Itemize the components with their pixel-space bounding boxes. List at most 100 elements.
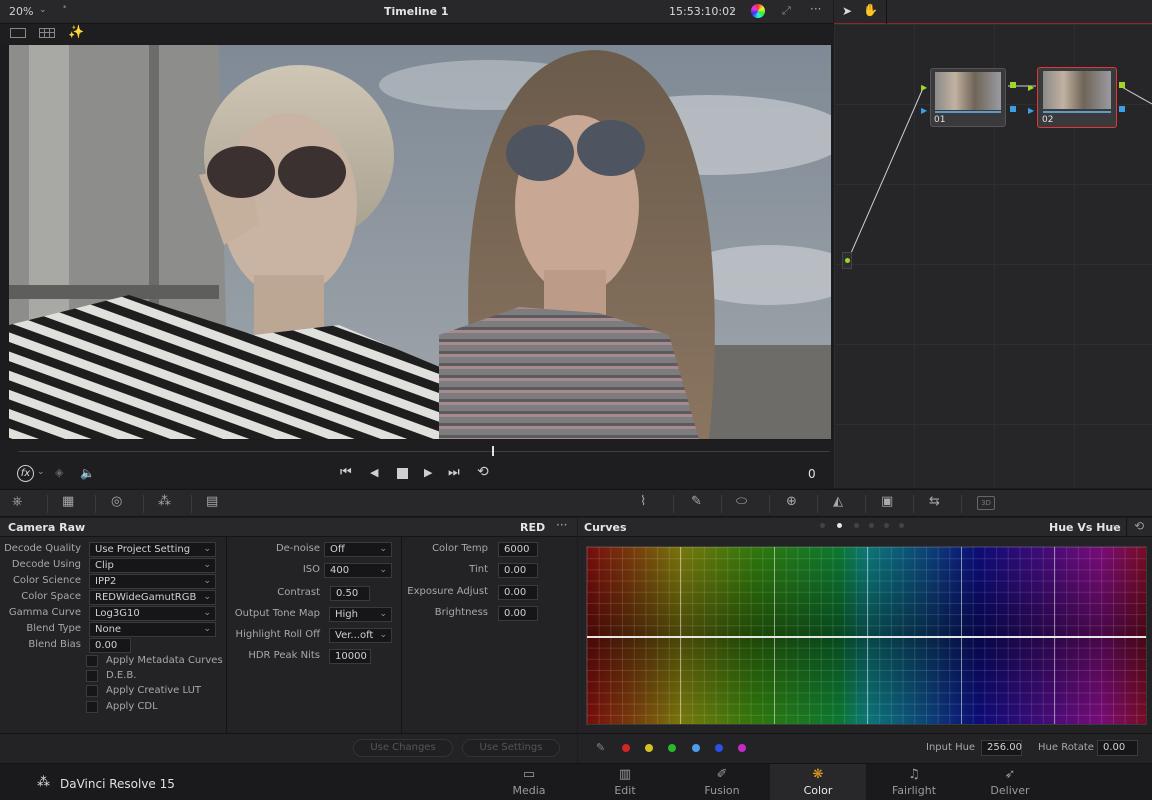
more-options-icon[interactable]: ··· — [810, 2, 821, 16]
page-fairlight[interactable]: ♫ Fairlight — [866, 764, 962, 800]
node-output[interactable] — [1010, 106, 1016, 112]
page-media[interactable]: ▭ Media — [481, 764, 577, 800]
decode-using-dropdown[interactable]: Clip ⌄ — [89, 558, 216, 573]
gamma-curve-dropdown[interactable]: Log3G10 ⌄ — [89, 606, 216, 621]
volume-icon[interactable]: 🔈 — [80, 466, 95, 480]
node-editor[interactable]: 01 ▶ ▶ 02 ▶ ▶ — [834, 24, 1152, 488]
input-node[interactable] — [842, 252, 852, 269]
stop-icon[interactable] — [397, 468, 408, 479]
chevron-down-icon[interactable]: ⌄ — [1111, 520, 1119, 530]
input-hue-field[interactable]: 256.00 — [981, 740, 1022, 756]
page-fusion[interactable]: ✐ Fusion — [674, 764, 770, 800]
color-science-dropdown[interactable]: IPP2 ⌄ — [89, 574, 216, 589]
pointer-icon[interactable]: ➤ — [842, 4, 852, 18]
apply-metadata-curves-checkbox[interactable] — [86, 655, 98, 667]
apply-creative-lut-checkbox[interactable] — [86, 685, 98, 697]
node-output[interactable] — [1010, 82, 1016, 88]
cyan-swatch[interactable] — [692, 744, 700, 752]
reset-icon[interactable]: ⟲ — [1134, 519, 1144, 533]
key-icon[interactable]: ▣ — [881, 495, 893, 509]
page-color[interactable]: ❋ Color — [770, 764, 866, 800]
viewer-image[interactable] — [9, 45, 831, 439]
magenta-swatch[interactable] — [738, 744, 746, 752]
magic-wand-icon[interactable]: ✨ — [68, 25, 84, 40]
layers-icon[interactable]: ◈ — [55, 466, 63, 479]
color-wheels-icon[interactable]: ◎ — [111, 495, 122, 509]
loop-icon[interactable]: ⟲ — [477, 464, 489, 480]
page-dot[interactable] — [869, 523, 874, 528]
color-wheel-icon[interactable] — [751, 4, 765, 18]
page-dot[interactable] — [820, 523, 825, 528]
single-view-icon[interactable] — [10, 28, 26, 38]
tint-field[interactable]: 0.00 — [498, 563, 538, 578]
brightness-field[interactable]: 0.00 — [498, 606, 538, 621]
rgb-mixer-icon[interactable]: ⁂ — [158, 495, 171, 509]
chevron-down-icon[interactable]: ⌄ — [441, 4, 449, 14]
blue-swatch[interactable] — [715, 744, 723, 752]
skip-to-end-icon[interactable]: ⏭ — [448, 465, 460, 480]
fullscreen-icon[interactable]: ⤢ — [782, 4, 791, 18]
hue-curve-line[interactable] — [587, 636, 1146, 638]
hue-rotate-field[interactable]: 0.00 — [1097, 740, 1138, 756]
chevron-down-icon[interactable]: ⌄ — [39, 5, 47, 15]
fx-icon[interactable]: fx — [17, 465, 34, 482]
color-match-icon[interactable]: ▦ — [62, 495, 74, 509]
sizing-icon[interactable]: ⇆ — [929, 495, 940, 509]
timeline-title[interactable]: Timeline 1 — [384, 5, 449, 18]
page-edit[interactable]: ▥ Edit — [577, 764, 673, 800]
blur-icon[interactable]: ◭ — [833, 495, 843, 509]
red-swatch[interactable] — [622, 744, 630, 752]
node-input-arrow[interactable]: ▶ — [1028, 106, 1034, 115]
color-space-dropdown[interactable]: REDWideGamutRGB ⌄ — [89, 590, 216, 605]
eyedropper-icon[interactable]: ✎ — [596, 741, 605, 754]
deb-checkbox[interactable] — [86, 670, 98, 682]
output-tone-map-dropdown[interactable]: High ⌄ — [329, 607, 392, 622]
node-input-arrow[interactable]: ▶ — [921, 106, 927, 115]
node-input-arrow[interactable]: ▶ — [921, 83, 927, 92]
qualifier-icon[interactable]: ✎ — [691, 495, 702, 509]
yellow-swatch[interactable] — [645, 744, 653, 752]
node-input-arrow[interactable]: ▶ — [1028, 83, 1034, 92]
curves-icon[interactable]: ⌇ — [640, 495, 646, 509]
skip-to-start-icon[interactable]: ⏮ — [340, 465, 352, 480]
page-dot-active[interactable] — [837, 523, 842, 528]
color-temp-field[interactable]: 6000 — [498, 542, 538, 557]
page-dot[interactable] — [884, 523, 889, 528]
tracker-icon[interactable]: ⊕ — [786, 495, 797, 509]
use-settings-button[interactable]: Use Settings — [462, 739, 560, 757]
page-dot[interactable] — [899, 523, 904, 528]
blend-type-dropdown[interactable]: None ⌄ — [89, 622, 216, 637]
playhead[interactable] — [492, 446, 494, 456]
curve-mode-dropdown[interactable]: Hue Vs Hue — [1049, 521, 1121, 534]
exposure-adjust-field[interactable]: 0.00 — [498, 585, 538, 600]
scrubber[interactable] — [0, 440, 833, 462]
grid-view-icon[interactable] — [39, 28, 55, 38]
decode-quality-dropdown[interactable]: Use Project Setting ⌄ — [89, 542, 216, 557]
3d-icon[interactable]: 3D — [977, 496, 995, 510]
more-options-icon[interactable]: ··· — [556, 518, 567, 532]
apply-cdl-checkbox[interactable] — [86, 701, 98, 713]
play-reverse-icon[interactable]: ◀ — [370, 466, 378, 479]
page-dot[interactable] — [854, 523, 859, 528]
chevron-down-icon[interactable]: ⌄ — [729, 4, 737, 14]
use-changes-button[interactable]: Use Changes — [353, 739, 453, 757]
node-output[interactable] — [1119, 106, 1125, 112]
play-icon[interactable]: ▶ — [424, 466, 432, 479]
node-02[interactable]: 02 — [1037, 67, 1117, 128]
contrast-field[interactable]: 0.50 — [330, 586, 370, 601]
page-deliver[interactable]: ➶ Deliver — [962, 764, 1058, 800]
denoise-dropdown[interactable]: Off ⌄ — [324, 542, 392, 557]
zoom-dropdown[interactable]: 20% — [9, 5, 33, 18]
node-output[interactable] — [1119, 82, 1125, 88]
hue-curve-graph[interactable] — [586, 546, 1147, 725]
window-icon[interactable]: ⬭ — [736, 495, 747, 509]
motion-effects-icon[interactable]: ▤ — [206, 495, 218, 509]
green-swatch[interactable] — [668, 744, 676, 752]
camera-raw-icon[interactable]: ⎈ — [12, 495, 22, 509]
node-01[interactable]: 01 — [930, 68, 1006, 127]
highlight-roll-off-dropdown[interactable]: Ver...oft ⌄ — [329, 628, 392, 643]
iso-dropdown[interactable]: 400 ⌄ — [324, 563, 392, 578]
hdr-peak-nits-field[interactable]: 10000 — [329, 649, 371, 664]
chevron-down-icon[interactable]: ⌄ — [37, 467, 45, 477]
hand-icon[interactable]: ✋ — [863, 3, 878, 17]
